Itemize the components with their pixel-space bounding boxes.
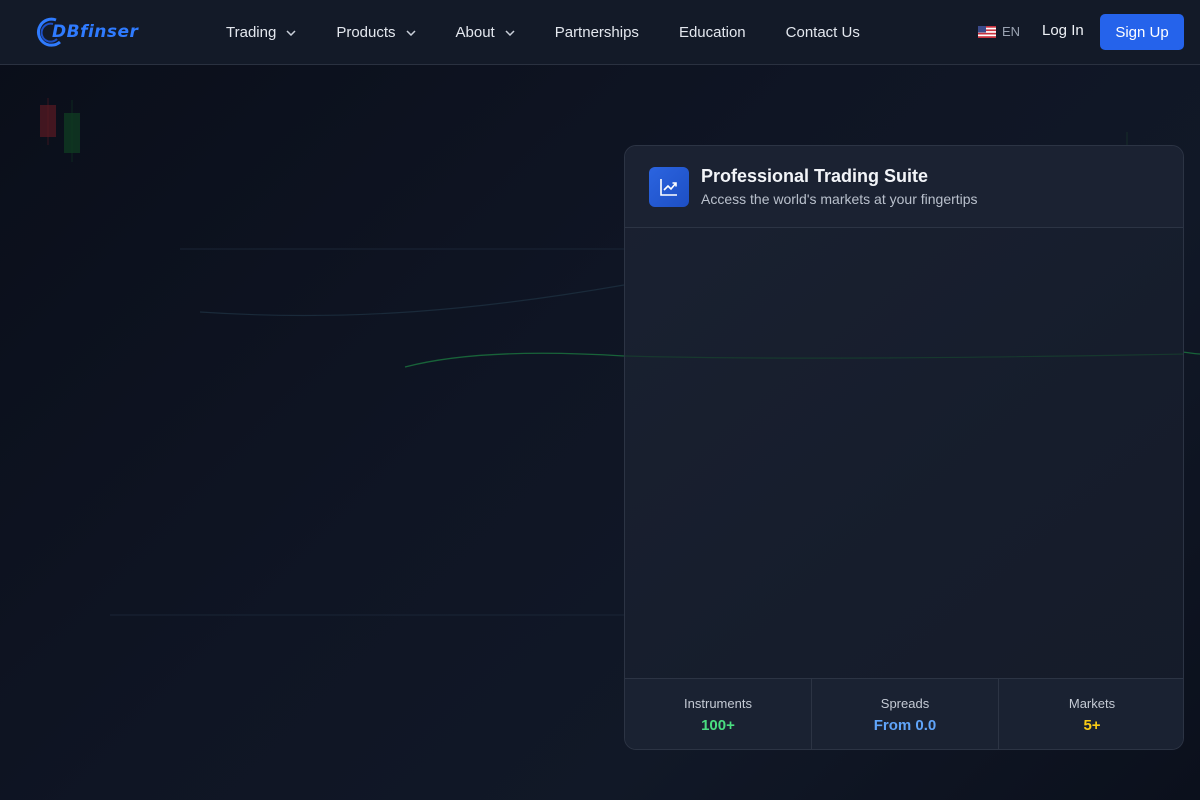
card-title: Professional Trading Suite: [701, 166, 929, 186]
stats-bar: Instruments 100+ Spreads From 0.0 Market…: [625, 678, 1183, 749]
nav-links: Trading Products About Partnerships Educ…: [206, 0, 880, 65]
card-chart-area: [625, 228, 1183, 678]
nav-item-partnerships[interactable]: Partnerships: [535, 0, 659, 65]
nav-item-trading[interactable]: Trading: [206, 0, 316, 65]
stat-label: Markets: [1068, 696, 1116, 711]
card-chart-decoration: [625, 353, 1183, 359]
stat-value: From 0.0: [873, 717, 937, 734]
stat-label: Spreads: [880, 696, 930, 711]
nav-item-about[interactable]: About: [436, 0, 535, 65]
nav-item-label: Partnerships: [554, 24, 639, 41]
stat-value: 100+: [701, 717, 735, 734]
nav-item-contact-us[interactable]: Contact Us: [766, 0, 880, 65]
trading-suite-card: Professional Trading Suite Access the wo…: [624, 145, 1184, 750]
stat-spreads: Spreads From 0.0: [812, 679, 999, 749]
nav-item-education[interactable]: Education: [659, 0, 766, 65]
stat-label: Instruments: [684, 696, 752, 711]
us-flag-icon: [978, 25, 996, 38]
card-heading-group: Professional Trading Suite Access the wo…: [701, 166, 978, 207]
nav-item-products[interactable]: Products: [316, 0, 435, 65]
language-code: EN: [1002, 24, 1021, 39]
stat-value: 5+: [1083, 717, 1101, 734]
brand-logo[interactable]: DBfinser: [34, 16, 138, 48]
brand-name: DBfinser: [52, 22, 139, 42]
top-navbar: DBfinser Trading Products About Partners…: [0, 0, 1200, 65]
login-link[interactable]: Log In: [1042, 22, 1084, 39]
stat-instruments: Instruments 100+: [625, 679, 812, 749]
chart-trend-icon: [649, 166, 689, 207]
card-header: Professional Trading Suite Access the wo…: [625, 146, 1183, 228]
nav-item-label: Products: [336, 24, 396, 41]
nav-item-label: Contact Us: [785, 24, 860, 41]
chevron-down-icon: [286, 29, 296, 36]
nav-item-label: Trading: [226, 24, 277, 41]
language-selector[interactable]: EN: [978, 24, 1020, 39]
signup-button[interactable]: Sign Up: [1100, 14, 1184, 50]
chevron-down-icon: [405, 29, 416, 36]
chevron-down-icon: [505, 29, 515, 36]
nav-item-label: Education: [678, 24, 746, 41]
nav-item-label: About: [455, 24, 495, 41]
stat-markets: Markets 5+: [999, 679, 1183, 749]
card-subtitle: Access the world's markets at your finge…: [701, 191, 978, 207]
